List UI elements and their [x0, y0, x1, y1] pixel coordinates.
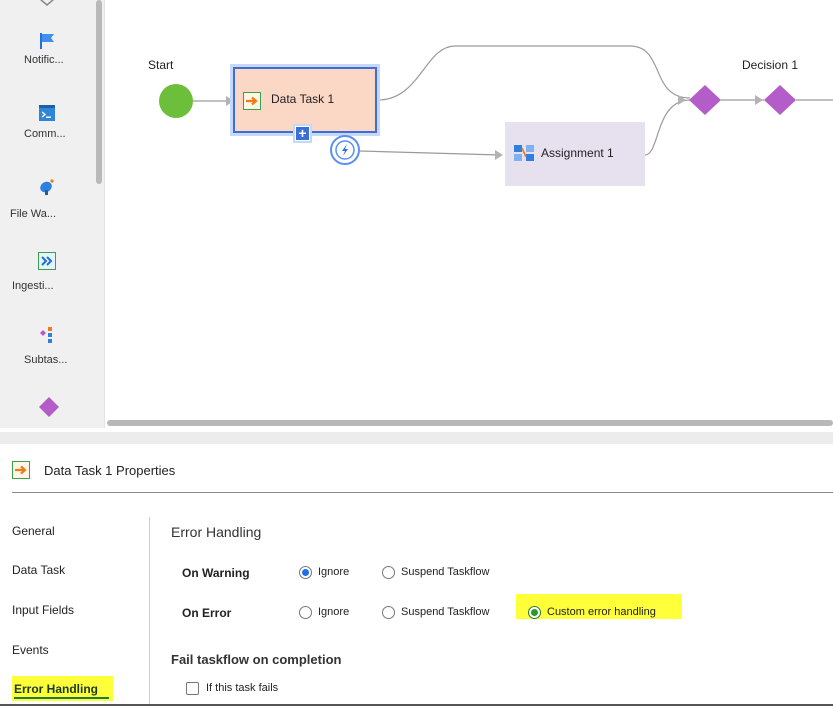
- radio-label: Custom error handling: [547, 606, 656, 618]
- canvas-horizontal-scrollbar[interactable]: [107, 420, 833, 426]
- radio-label: Suspend Taskflow: [401, 566, 490, 578]
- properties-title: Data Task 1 Properties: [44, 463, 176, 478]
- nav-events[interactable]: Events: [12, 643, 49, 657]
- taskflow-canvas-area: Notific... Comm... File Wa... Ingesti...…: [0, 0, 833, 432]
- properties-header: Data Task 1 Properties: [12, 455, 833, 493]
- start-node[interactable]: [159, 84, 193, 118]
- on-error-label: On Error: [182, 606, 232, 620]
- fail-task-checkbox-label: If this task fails: [206, 682, 279, 694]
- arrow-right-icon: [243, 92, 261, 110]
- decision-label: Decision 1: [742, 58, 799, 72]
- lightning-icon: [335, 140, 355, 160]
- radio-unselected-icon: [382, 566, 395, 579]
- radio-label: Ignore: [318, 566, 350, 578]
- start-label: Start: [148, 58, 174, 72]
- fail-taskflow-title: Fail taskflow on completion: [171, 652, 342, 667]
- section-title: Error Handling: [171, 524, 262, 540]
- properties-content: Error Handling On Warning Ignore Suspend…: [171, 516, 831, 706]
- decision-diamond-2: [764, 85, 796, 115]
- radio-unselected-icon: [299, 606, 312, 619]
- nav-error-handling[interactable]: Error Handling: [12, 676, 113, 701]
- nav-error-handling-label: Error Handling: [14, 682, 99, 696]
- nav-data-task[interactable]: Data Task: [12, 563, 65, 577]
- nav-input-fields[interactable]: Input Fields: [12, 603, 74, 617]
- data-task-label: Data Task 1: [271, 92, 335, 106]
- expand-plus-button[interactable]: +: [295, 126, 310, 141]
- data-task-node[interactable]: Data Task 1: [233, 67, 377, 133]
- radio-selected-icon: [528, 606, 541, 619]
- nav-general[interactable]: General: [12, 524, 55, 538]
- properties-nav: General Data Task Input Fields Events Er…: [12, 506, 150, 706]
- assignment-label: Assignment 1: [541, 146, 614, 160]
- radio-label: Ignore: [318, 606, 350, 618]
- panel-divider[interactable]: [0, 432, 833, 444]
- assignment-node[interactable]: Assignment 1: [505, 122, 645, 186]
- radio-selected-icon: [299, 566, 312, 579]
- error-event-button[interactable]: [330, 135, 360, 165]
- fail-task-checkbox[interactable]: [186, 682, 199, 695]
- radio-label: Suspend Taskflow: [401, 606, 490, 618]
- nav-divider: [149, 517, 150, 706]
- active-tab-underline: [14, 697, 109, 699]
- flow-connectors: [193, 45, 833, 160]
- on-warning-label: On Warning: [182, 566, 250, 580]
- radio-unselected-icon: [382, 606, 395, 619]
- assignment-icon: [514, 145, 534, 161]
- decision-diamond-1: [689, 85, 721, 115]
- arrow-right-icon: [12, 461, 30, 479]
